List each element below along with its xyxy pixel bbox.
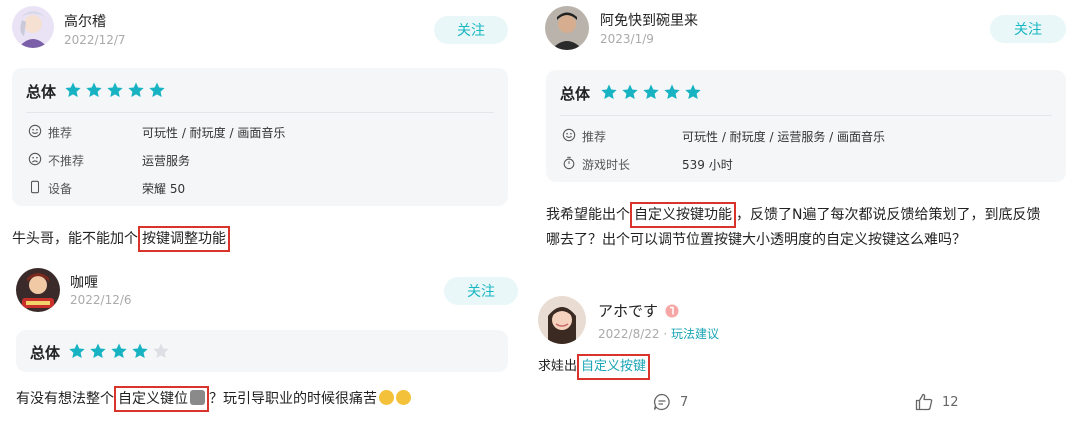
- star-icon: [65, 82, 81, 98]
- like-button[interactable]: 12: [914, 392, 959, 412]
- star-icon: [107, 82, 123, 98]
- frown-icon: [28, 152, 42, 166]
- row-label: 推荐: [48, 126, 73, 140]
- star-icon: [111, 343, 127, 359]
- follow-button[interactable]: 关注: [434, 16, 508, 44]
- smile-icon: [28, 124, 42, 138]
- divider: [26, 112, 494, 113]
- highlight-box[interactable]: 自定义按键: [577, 354, 651, 380]
- row-label: 不推荐: [48, 154, 85, 168]
- avatar[interactable]: [16, 268, 60, 312]
- row-value: 荣耀 50: [142, 182, 186, 196]
- highlight-box: 按键调整功能: [138, 226, 230, 252]
- smile-icon: [562, 128, 576, 142]
- follow-button[interactable]: 关注: [444, 277, 518, 305]
- star-icon: [664, 84, 680, 100]
- row-value: 可玩性 / 耐玩度 / 画面音乐: [142, 126, 286, 140]
- rating-card: 总体: [16, 330, 508, 372]
- stopwatch-icon: [563, 156, 575, 170]
- row-value: 运营服务: [142, 154, 191, 168]
- star-icon: [149, 82, 165, 98]
- post-date: 2022/8/22 · 玩法建议: [598, 327, 720, 341]
- star-rating: [64, 81, 166, 99]
- row-value: 可玩性 / 耐玩度 / 运营服务 / 画面音乐: [682, 130, 886, 144]
- follow-button[interactable]: 关注: [990, 15, 1066, 43]
- star-rating: [600, 83, 702, 101]
- row-label: 设备: [48, 182, 73, 196]
- review-text: 有没有想法整个 自定义键位 ？玩引导职业的时候很痛苦: [16, 386, 411, 412]
- comment-icon: [653, 393, 670, 411]
- overall-label: 总体: [30, 344, 61, 362]
- star-icon: [86, 82, 102, 98]
- highlight-box: 自定义按键功能: [630, 202, 736, 228]
- like-count: 12: [942, 394, 959, 410]
- badge-icon: [665, 304, 679, 318]
- sad-emoji-icon: [379, 390, 394, 405]
- rating-card: 总体 推荐 可玩性 / 耐玩度 / 画面音乐 不推荐 运营服务 设备 荣耀 50: [12, 68, 508, 206]
- overall-label: 总体: [26, 83, 57, 101]
- post-date: 2022/12/7: [64, 33, 126, 47]
- username[interactable]: アホです: [598, 300, 679, 321]
- star-icon: [685, 84, 701, 100]
- sad-emoji-icon: [396, 390, 411, 405]
- review-text: 牛头哥，能不能加个 按键调整功能: [12, 226, 230, 252]
- row-label: 推荐: [582, 130, 607, 144]
- divider: [560, 115, 1052, 116]
- emoji-icon: [190, 390, 205, 405]
- star-icon: [128, 82, 144, 98]
- row-value: 539 小时: [682, 158, 733, 172]
- highlight-box: 自定义键位: [114, 386, 209, 412]
- star-rating: [68, 342, 170, 360]
- username[interactable]: 咖喱: [70, 272, 98, 292]
- avatar[interactable]: [545, 6, 589, 50]
- avatar[interactable]: [538, 296, 586, 344]
- star-icon: [622, 84, 638, 100]
- star-icon: [643, 84, 659, 100]
- star-icon: [132, 343, 148, 359]
- category-tag[interactable]: 玩法建议: [671, 327, 719, 341]
- post-date: 2022/12/6: [70, 293, 132, 307]
- post-date: 2023/1/9: [600, 32, 654, 46]
- rating-card: 总体 推荐 可玩性 / 耐玩度 / 运营服务 / 画面音乐 游戏时长 539 小…: [546, 70, 1066, 182]
- star-empty-icon: [153, 343, 169, 359]
- thumbs-up-icon: [915, 393, 933, 411]
- star-icon: [90, 343, 106, 359]
- avatar[interactable]: [12, 6, 54, 48]
- phone-icon: [30, 180, 40, 194]
- row-label: 游戏时长: [582, 158, 631, 172]
- reply-text: 求娃出 自定义按键: [538, 354, 651, 380]
- comment-button[interactable]: 7: [652, 392, 688, 412]
- review-text: 我希望能出个 自定义按键功能 ，反馈了N遍了每次都说反馈给策划了，到底反馈 哪去了？…: [546, 202, 1070, 252]
- username[interactable]: 高尔稽: [64, 11, 106, 31]
- star-icon: [601, 84, 617, 100]
- star-icon: [69, 343, 85, 359]
- username[interactable]: 阿免快到碗里来: [600, 10, 698, 30]
- comment-count: 7: [680, 394, 689, 410]
- overall-label: 总体: [560, 85, 591, 103]
